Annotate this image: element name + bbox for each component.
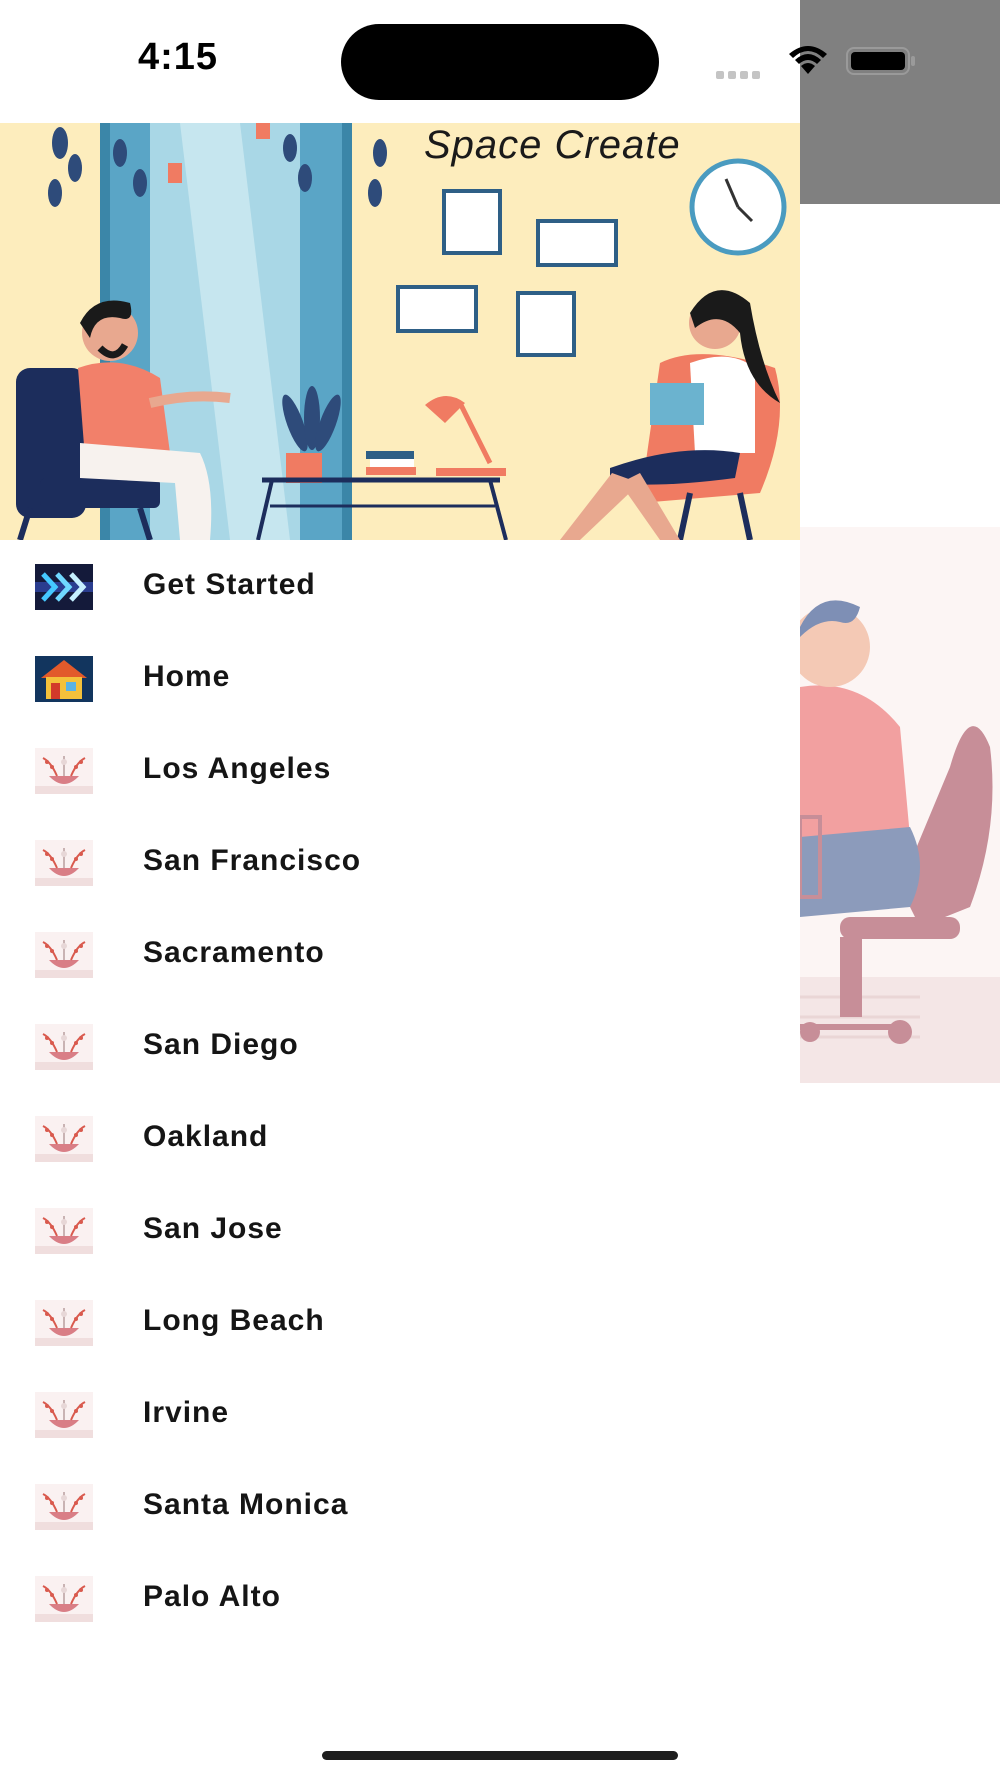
drawer-header-title: Space Create (424, 123, 681, 167)
drawer-item-san-jose[interactable]: San Jose (0, 1184, 800, 1276)
home-indicator[interactable] (322, 1751, 678, 1760)
drawer-item-san-diego[interactable]: San Diego (0, 1000, 800, 1092)
plant-bowl-icon (35, 1484, 93, 1530)
drawer-item-label: Oakland (143, 1120, 269, 1153)
drawer-item-label: Sacramento (143, 936, 325, 969)
plant-bowl-icon (35, 840, 93, 886)
drawer-item-home[interactable]: Home (0, 632, 800, 724)
office-illustration (0, 123, 800, 540)
drawer-item-label: Santa Monica (143, 1488, 349, 1521)
plant-bowl-icon (35, 1024, 93, 1070)
plant-bowl-icon (35, 932, 93, 978)
drawer-item-los-angeles[interactable]: Los Angeles (0, 724, 800, 816)
drawer-item-label: Get Started (143, 568, 316, 601)
drawer-item-label: Los Angeles (143, 752, 332, 785)
battery-icon (846, 47, 915, 75)
status-time: 4:15 (138, 36, 219, 78)
drawer-item-label: Long Beach (143, 1304, 325, 1337)
plant-bowl-icon (35, 1300, 93, 1346)
drawer-item-santa-monica[interactable]: Santa Monica (0, 1460, 800, 1552)
app-screen: 4:15 Space Create Get Started Home Los A… (0, 0, 1000, 1778)
cellular-signal-icon (716, 66, 764, 84)
drawer-item-oakland[interactable]: Oakland (0, 1092, 800, 1184)
drawer-item-san-francisco[interactable]: San Francisco (0, 816, 800, 908)
plant-bowl-icon (35, 748, 93, 794)
arrows-icon (35, 564, 93, 610)
house-icon (35, 656, 93, 702)
wifi-icon (789, 46, 827, 74)
drawer-item-label: Palo Alto (143, 1580, 281, 1613)
plant-bowl-icon (35, 1208, 93, 1254)
background-dim-overlay[interactable] (800, 0, 1000, 204)
status-bar: 4:15 (0, 0, 915, 123)
drawer-item-get-started[interactable]: Get Started (0, 540, 800, 632)
drawer-item-label: San Diego (143, 1028, 299, 1061)
drawer-item-label: San Jose (143, 1212, 283, 1245)
navigation-drawer: Space Create Get Started Home Los Angeles S… (0, 123, 800, 1778)
drawer-item-label: Home (143, 660, 231, 693)
drawer-item-label: Irvine (143, 1396, 230, 1429)
drawer-header: Space Create (0, 123, 800, 540)
plant-bowl-icon (35, 1392, 93, 1438)
drawer-item-long-beach[interactable]: Long Beach (0, 1276, 800, 1368)
drawer-item-label: San Francisco (143, 844, 362, 877)
plant-bowl-icon (35, 1116, 93, 1162)
drawer-item-sacramento[interactable]: Sacramento (0, 908, 800, 1000)
drawer-item-palo-alto[interactable]: Palo Alto (0, 1552, 800, 1644)
drawer-item-irvine[interactable]: Irvine (0, 1368, 800, 1460)
dynamic-island (341, 24, 659, 100)
plant-bowl-icon (35, 1576, 93, 1622)
background-illustration (800, 527, 1000, 1083)
drawer-menu-list: Get Started Home Los Angeles San Francisco S… (0, 540, 800, 1644)
